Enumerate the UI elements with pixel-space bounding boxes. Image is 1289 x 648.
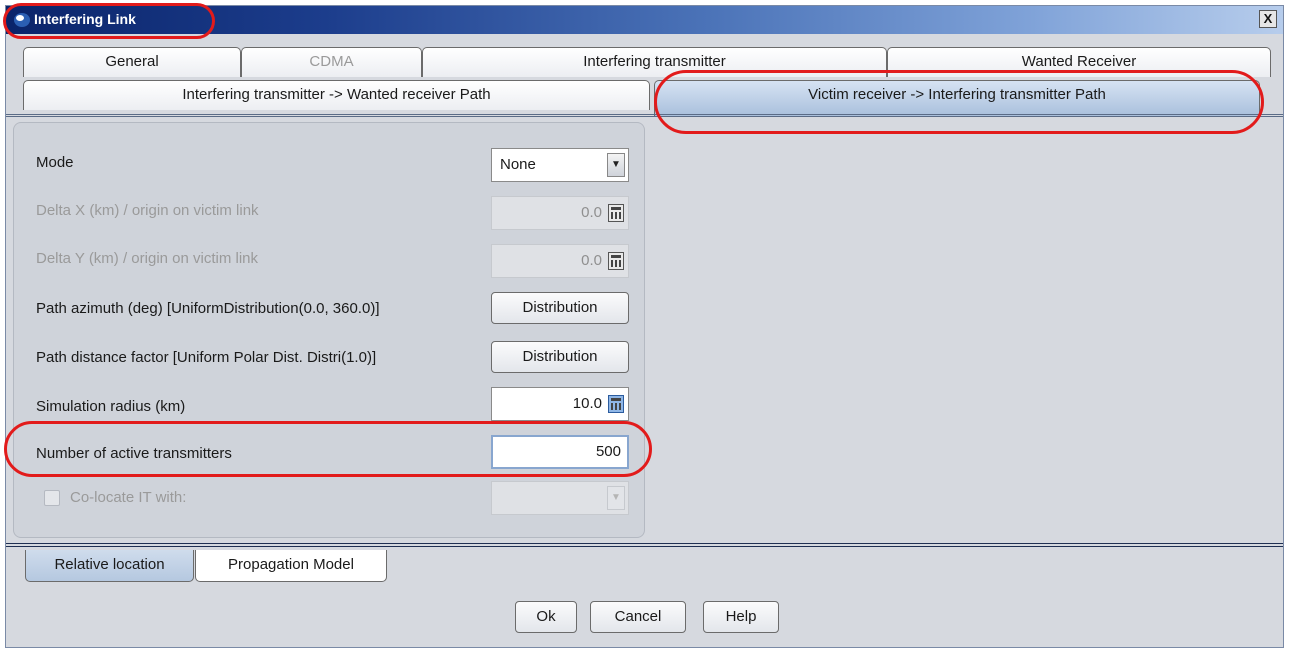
delta-y-label: Delta Y (km) / origin on victim link [36,250,259,267]
path-distance-distribution-button[interactable]: Distribution [491,341,629,373]
tab-cdma: CDMA [241,47,422,77]
delta-y-field: 0.0 [491,244,629,278]
bottom-tab-separator [6,543,1283,547]
simulation-radius-field[interactable]: 10.0 [491,387,629,421]
mode-select[interactable]: None ▼ [491,148,629,182]
interfering-link-dialog: Interfering Link X General CDMA Interfer… [3,3,1284,648]
chevron-down-icon[interactable]: ▼ [607,153,625,177]
colocate-checkbox [44,490,60,506]
tab-wanted-receiver[interactable]: Wanted Receiver [887,47,1271,77]
mode-value: None [500,156,536,173]
tab-separator [6,114,1283,117]
window-title: Interfering Link [34,11,136,27]
path-azimuth-label: Path azimuth (deg) [UniformDistribution(… [36,300,380,317]
tab-interfering-transmitter[interactable]: Interfering transmitter [422,47,887,77]
tab-it-to-wr-path[interactable]: Interfering transmitter -> Wanted receiv… [23,80,650,110]
active-transmitters-field[interactable]: 500 [491,435,629,469]
tab-general[interactable]: General [23,47,241,77]
delta-x-value: 0.0 [581,204,602,221]
path-distance-label: Path distance factor [Uniform Polar Dist… [36,349,377,366]
relative-location-panel: Mode None ▼ Delta X (km) / origin on vic… [13,122,645,538]
chevron-down-icon: ▼ [607,486,625,510]
mode-label: Mode [36,154,74,171]
calculator-icon [608,204,624,222]
title-bar[interactable]: Interfering Link X [6,6,1283,34]
active-transmitters-label: Number of active transmitters [36,445,232,462]
tab-propagation-model[interactable]: Propagation Model [195,550,387,582]
colocate-select: ▼ [491,481,629,515]
simulation-radius-value: 10.0 [572,395,602,412]
calculator-icon[interactable] [608,395,624,413]
simulation-radius-label: Simulation radius (km) [36,398,186,415]
colocate-label: Co-locate IT with: [70,489,187,506]
tab-vr-to-it-path[interactable]: Victim receiver -> Interfering transmitt… [654,80,1260,116]
ok-button[interactable]: Ok [515,601,577,633]
delta-y-value: 0.0 [581,252,602,269]
calculator-icon [608,252,624,270]
tab-relative-location[interactable]: Relative location [25,550,194,582]
delta-x-label: Delta X (km) / origin on victim link [36,202,259,219]
cancel-button[interactable]: Cancel [590,601,686,633]
app-logo-icon [14,13,30,27]
close-button[interactable]: X [1259,10,1277,28]
delta-x-field: 0.0 [491,196,629,230]
path-azimuth-distribution-button[interactable]: Distribution [491,292,629,324]
help-button[interactable]: Help [703,601,779,633]
